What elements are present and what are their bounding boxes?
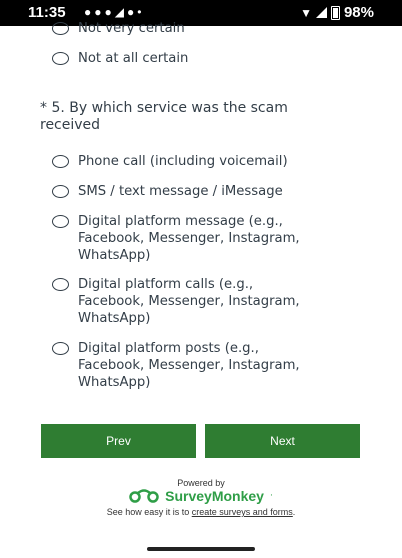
option-platform-posts[interactable]: Digital platform posts (e.g., Facebook, … <box>52 340 362 391</box>
next-button[interactable]: Next <box>205 424 360 458</box>
option-label: Not at all certain <box>78 51 189 66</box>
option-sms[interactable]: SMS / text message / iMessage <box>52 183 362 200</box>
status-right: ▼ 98% <box>300 4 374 21</box>
option-label: SMS / text message / iMessage <box>78 184 283 199</box>
surveymonkey-logo-icon <box>129 489 159 503</box>
radio-button[interactable] <box>52 342 69 355</box>
tagline-prefix: See how easy it is to <box>106 507 192 517</box>
wifi-icon: ▼ <box>300 5 312 20</box>
footer-tagline: See how easy it is to create surveys and… <box>0 507 402 517</box>
radio-button[interactable] <box>52 278 69 291</box>
option-label: Digital platform message (e.g., Facebook… <box>78 214 300 263</box>
option-label: Not very certain <box>78 21 185 36</box>
option-label: Digital platform calls (e.g., Facebook, … <box>78 277 300 326</box>
radio-button[interactable] <box>52 52 69 65</box>
facebook-icon: ● <box>94 5 105 19</box>
create-surveys-link[interactable]: create surveys and forms <box>192 507 293 517</box>
radio-button[interactable] <box>52 22 69 35</box>
tagline-suffix: . <box>292 507 296 517</box>
option-platform-message[interactable]: Digital platform message (e.g., Facebook… <box>52 213 362 264</box>
brand-mark: · <box>269 491 273 501</box>
prev-button[interactable]: Prev <box>41 424 196 458</box>
powered-by-text: Powered by <box>177 478 225 488</box>
radio-button[interactable] <box>52 155 69 168</box>
option-not-at-all-certain[interactable]: Not at all certain <box>52 50 362 67</box>
location-icon: ◢ <box>114 5 127 19</box>
option-label: Digital platform posts (e.g., Facebook, … <box>78 341 300 390</box>
facebook-icon-2: ● <box>126 5 138 19</box>
home-indicator[interactable] <box>147 547 255 551</box>
option-platform-calls[interactable]: Digital platform calls (e.g., Facebook, … <box>52 276 362 327</box>
battery-percent: 98% <box>343 4 374 21</box>
signal-icon <box>315 7 327 18</box>
radio-button[interactable] <box>52 215 69 228</box>
battery-icon <box>330 5 340 20</box>
chat-icon: ● <box>84 5 95 19</box>
more-dot-icon: • <box>137 5 145 19</box>
messenger-icon: ● <box>104 5 115 19</box>
radio-button[interactable] <box>52 185 69 198</box>
status-time: 11:35 <box>28 4 66 21</box>
notification-icons: ●●●◢●• <box>84 5 144 19</box>
option-phone-call[interactable]: Phone call (including voicemail) <box>52 153 362 170</box>
surveymonkey-logo[interactable]: SurveyMonkey · <box>0 488 402 504</box>
brand-name: SurveyMonkey <box>165 488 264 504</box>
option-label: Phone call (including voicemail) <box>78 154 288 169</box>
question-title: * 5. By which service was the scam recei… <box>40 100 288 133</box>
option-not-very-certain[interactable]: Not very certain <box>52 20 362 37</box>
